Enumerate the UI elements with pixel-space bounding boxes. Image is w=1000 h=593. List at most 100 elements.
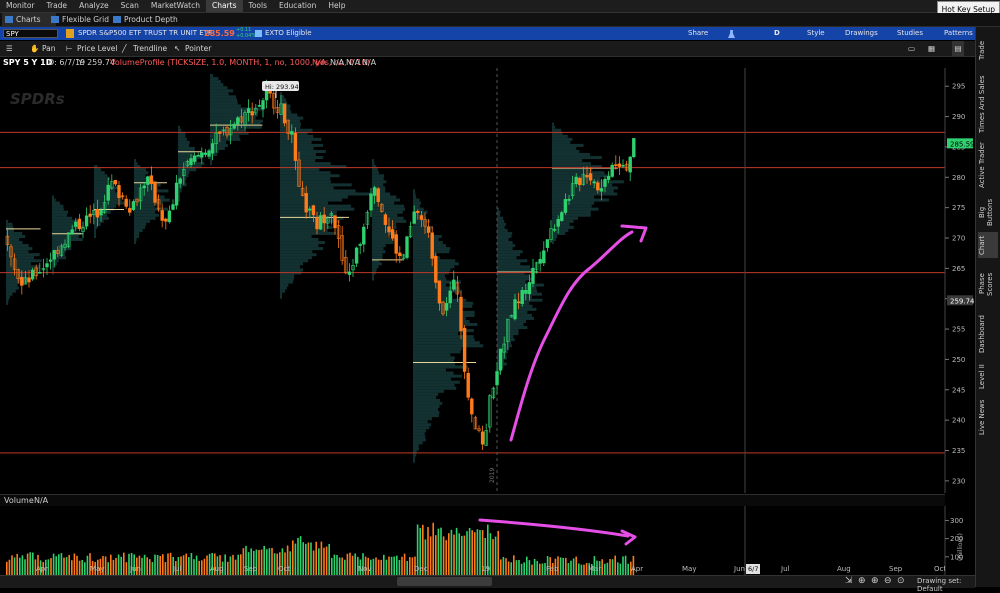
volume-profile-bar <box>372 180 387 184</box>
volume-profile-bar <box>280 189 356 193</box>
candle-body <box>128 208 132 213</box>
volume-profile-bar <box>178 137 187 141</box>
volume-profile-bar <box>52 222 74 226</box>
scroll-icon[interactable]: ⇲ <box>845 576 853 586</box>
info-icon <box>66 29 74 38</box>
volume-profile-bar <box>552 134 568 138</box>
symbol-input[interactable]: SPY <box>3 29 58 38</box>
right-tab-active-trader[interactable]: Active Trader <box>978 140 998 190</box>
price-chart[interactable]: SPDRs 2019 23023524024525025526026527027… <box>0 68 975 493</box>
volume-profile-bar <box>552 128 562 132</box>
volume-profile-bar <box>134 241 136 245</box>
candle-body <box>174 182 179 206</box>
candle-body <box>632 138 636 158</box>
volume-profile-bar <box>497 292 542 296</box>
zoom-reset-icon[interactable]: ⊙ <box>897 576 905 586</box>
right-tab-live-news[interactable]: Live News <box>978 396 998 438</box>
tab-product-depth[interactable]: Product Depth <box>110 13 188 26</box>
price-level-button[interactable]: Price Level <box>77 41 117 56</box>
studies-button[interactable]: Studies <box>897 27 923 40</box>
candle-body <box>628 156 632 173</box>
pointer-button[interactable]: Pointer <box>185 41 211 56</box>
volume-profile-bar <box>372 277 374 281</box>
volume-profile-bar <box>372 253 383 257</box>
volume-profile-bar <box>280 231 337 235</box>
menu-item-charts[interactable]: Charts <box>206 0 243 12</box>
volume-profile-bar <box>552 146 577 150</box>
menu-item-marketwatch[interactable]: MarketWatch <box>145 0 206 12</box>
layout-icon[interactable]: ▭ <box>908 41 915 56</box>
volume-profile-bar <box>134 207 168 211</box>
right-tab-big-buttons[interactable]: Big Buttons <box>978 194 998 230</box>
trendline-button[interactable]: Trendline <box>133 41 167 56</box>
chart-scrollbar[interactable] <box>397 577 492 586</box>
volume-profile-bar <box>280 201 329 205</box>
volume-profile-bar <box>178 183 187 187</box>
volume-profile-bar <box>6 222 13 226</box>
right-tab-times-and-sales[interactable]: Times And Sales <box>978 72 998 136</box>
menu-item-tools[interactable]: Tools <box>243 0 273 12</box>
menu-item-monitor[interactable]: Monitor <box>0 0 41 12</box>
candle-body <box>70 229 74 235</box>
drawings-button[interactable]: Drawings <box>845 27 878 40</box>
search-icon[interactable]: ⊕ <box>858 576 866 586</box>
candle-body <box>142 185 146 189</box>
volume-profile-bar <box>497 265 531 269</box>
share-button[interactable]: Share <box>688 27 708 40</box>
volume-profile-bar <box>413 241 443 245</box>
volume-profile-bar <box>413 313 475 317</box>
menu-item-help[interactable]: Help <box>322 0 351 12</box>
chart-layout-icon[interactable]: ▤ <box>952 41 964 56</box>
menu-item-scan[interactable]: Scan <box>115 0 145 12</box>
right-tab-chart[interactable]: Chart <box>978 232 998 258</box>
price-tick-label: 230 <box>952 477 965 485</box>
right-tab-trade[interactable]: Trade <box>978 30 998 70</box>
drawing-set[interactable]: Drawing set: Default <box>917 577 975 593</box>
volume-profile-bar <box>413 386 457 390</box>
right-tab-dashboard[interactable]: Dashboard <box>978 310 998 358</box>
volume-profile-bar <box>497 277 533 281</box>
volume-profile-bar <box>413 380 460 384</box>
volume-profile-bar <box>178 140 190 144</box>
price-tick-label: 245 <box>952 386 965 394</box>
volume-profile-bar <box>497 323 524 327</box>
volume-profile-bar <box>552 192 618 196</box>
menu-bar: Monitor Trade Analyze Scan MarketWatch Charts… <box>0 0 1000 13</box>
zoom-out-icon[interactable]: ⊖ <box>884 576 892 586</box>
volume-profile-bar <box>497 274 530 278</box>
volume-profile-bar <box>497 247 513 251</box>
candle-body <box>250 111 254 116</box>
candle-body <box>621 164 625 167</box>
menu-item-analyze[interactable]: Analyze <box>73 0 115 12</box>
volume-profile-bar <box>94 174 108 178</box>
volume-profile-bar <box>178 189 182 193</box>
candle-body <box>333 215 337 229</box>
volume-profile-bar <box>178 125 180 129</box>
pan-button[interactable]: Pan <box>42 41 56 56</box>
time-tick-label: 19 <box>481 565 490 573</box>
volume-profile-bar <box>94 201 125 205</box>
volume-profile-bar <box>280 234 312 238</box>
menu-item-education[interactable]: Education <box>273 0 322 12</box>
volume-profile-bar <box>94 192 119 196</box>
right-tab-phase-scores[interactable]: Phase Scores <box>978 262 998 306</box>
price-tick-label: 295 <box>952 83 965 91</box>
volume-profile-bar <box>134 159 136 163</box>
volume-profile-bar <box>372 201 395 205</box>
patterns-button[interactable]: Patterns <box>944 27 973 40</box>
grid-layout-icon[interactable]: ▦ <box>928 41 935 56</box>
zoom-in-icon[interactable]: ⊕ <box>871 576 879 586</box>
aggregation-button[interactable]: D <box>774 27 780 40</box>
menu-item-trade[interactable]: Trade <box>41 0 74 12</box>
style-button[interactable]: Style <box>807 27 825 40</box>
candle-body <box>311 205 316 216</box>
collapse-icon[interactable]: ☰ <box>6 41 13 56</box>
tab-label: Product Depth <box>124 15 178 24</box>
volume-profile-bar <box>413 411 440 415</box>
candle-body <box>149 175 154 184</box>
volume-profile-bar <box>280 247 324 251</box>
volume-profile-bar <box>372 216 404 220</box>
candle-body <box>617 163 622 167</box>
right-tab-level-ii[interactable]: Level II <box>978 362 998 392</box>
volume-profile-bar <box>413 453 417 457</box>
